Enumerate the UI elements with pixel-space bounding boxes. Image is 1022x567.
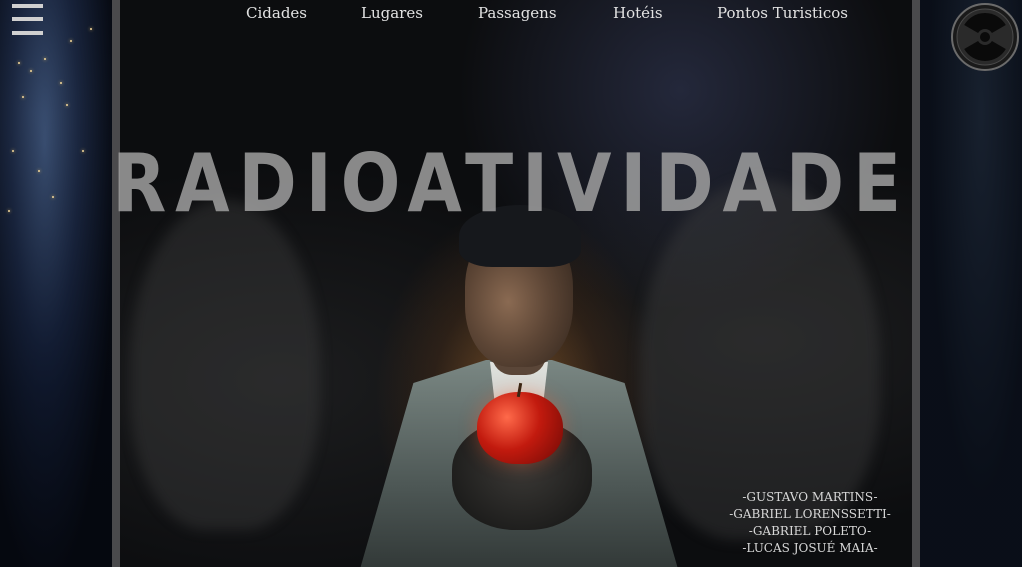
- city-light: [18, 62, 20, 64]
- frame-border-left: [112, 0, 120, 567]
- hero-poster: [120, 0, 912, 567]
- city-light: [60, 82, 62, 84]
- city-light: [22, 96, 24, 98]
- credit-name: -LUCAS JOSUÉ MAIA-: [742, 541, 878, 555]
- menu-icon-bar: [12, 4, 43, 8]
- earth-background-left: [0, 0, 112, 567]
- shadow-figure-left: [130, 200, 320, 530]
- radioactive-icon[interactable]: [950, 2, 1020, 72]
- city-light: [90, 28, 92, 30]
- apple: [477, 392, 563, 464]
- nav-link-cidades[interactable]: Cidades: [246, 3, 307, 23]
- city-light: [70, 40, 72, 42]
- frame-border-right: [912, 0, 920, 567]
- city-light: [38, 170, 40, 172]
- earth-background-right: [920, 0, 1022, 567]
- city-light: [44, 58, 46, 60]
- menu-icon[interactable]: [12, 4, 43, 36]
- credit-name: -GABRIEL LORENSSETTI-: [729, 507, 891, 521]
- credits-list: -GUSTAVO MARTINS- -GABRIEL LORENSSETTI- …: [700, 489, 920, 557]
- nav-link-passagens[interactable]: Passagens: [478, 3, 557, 23]
- credit-name: -GABRIEL POLETO-: [748, 524, 872, 538]
- nav-link-pontos-turisticos[interactable]: Pontos Turisticos: [717, 3, 848, 23]
- credit-name: -GUSTAVO MARTINS-: [742, 490, 878, 504]
- city-light: [66, 104, 68, 106]
- city-light: [8, 210, 10, 212]
- nav-link-lugares[interactable]: Lugares: [361, 3, 423, 23]
- page-title: RADIOATIVIDADE: [112, 137, 910, 230]
- menu-icon-bar: [12, 31, 43, 35]
- city-light: [12, 150, 14, 152]
- city-light: [30, 70, 32, 72]
- nav-link-hoteis[interactable]: Hotéis: [613, 3, 663, 23]
- menu-icon-bar: [12, 17, 43, 21]
- city-light: [52, 196, 54, 198]
- top-nav: Cidades Lugares Passagens Hotéis Pontos …: [0, 3, 1022, 25]
